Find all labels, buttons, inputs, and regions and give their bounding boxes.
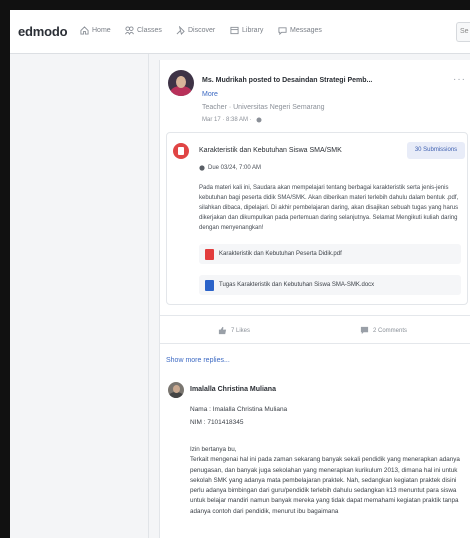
word-file-icon [205,279,214,291]
attachment-doc-name: Tugas Karakteristik dan Kebutuhan Siswa … [219,282,375,288]
post-time-text: Mar 17 · 8:38 AM · [202,117,252,123]
submissions-button[interactable]: 30 Submissions [407,142,465,159]
pdf-file-icon [205,248,214,260]
post-card: Ms. Mudrikah posted to Desaindan Strateg… [159,60,470,538]
reply-nim-line: NIM : 7101418345 [190,419,244,426]
post-author-line[interactable]: Ms. Mudrikah posted to Desaindan Strateg… [202,77,372,84]
discover-icon [176,26,185,35]
comments-count: 2 Comments [373,327,408,334]
classes-icon [125,26,134,35]
divider [160,315,470,316]
like-button[interactable]: 7 Likes [218,326,250,335]
assignment-icon [173,143,189,159]
comments-button[interactable]: 2 Comments [360,326,407,335]
nav-library[interactable]: Library [230,26,263,35]
post-timestamp: Mar 17 · 8:38 AM · [202,117,262,123]
reply-author-name[interactable]: Imalalla Christina Muliana [190,386,276,393]
thumbs-up-icon [218,326,227,335]
reply-nama-line: Nama : Imalalla Christina Muliana [190,406,288,413]
reply-greeting: Izin bertanya bu, [190,446,237,453]
attachment-doc[interactable]: Tugas Karakteristik dan Kebutuhan Siswa … [199,275,461,295]
top-navigation-bar: edmodo Home Classes Discover Library Mes… [10,10,470,54]
due-text: Due 03/24, 7:00 AM [208,165,262,171]
globe-icon [256,117,262,123]
nav-messages[interactable]: Messages [278,26,322,35]
assignment-card[interactable]: Karakteristik dan Kebutuhan Siswa SMA/SM… [166,132,468,305]
nav-discover-label: Discover [188,27,216,34]
more-link[interactable]: More [202,91,218,98]
clock-icon [199,165,205,171]
reply-author-avatar[interactable] [168,382,184,398]
assignment-due: Due 03/24, 7:00 AM [199,165,261,171]
post-menu-icon[interactable]: ··· [453,74,466,85]
nav-discover[interactable]: Discover [176,26,215,35]
nav-home[interactable]: Home [80,26,111,35]
likes-count: 7 Likes [231,327,251,334]
nav-home-label: Home [92,27,111,34]
attachment-pdf-name: Karakteristik dan Kebutuhan Peserta Didi… [219,251,342,257]
assignment-description: Pada materi kali ini, Saudara akan mempe… [199,185,459,231]
left-column-divider [148,54,149,538]
messages-icon [278,27,287,35]
divider [160,343,470,344]
reply-body: Izin bertanya bu, Terkait mengenai hal i… [190,445,468,517]
edmodo-window: edmodo Home Classes Discover Library Mes… [10,10,470,538]
reply-text: Terkait mengenai hal ini pada zaman seka… [190,456,460,515]
show-more-replies-link[interactable]: Show more replies... [166,357,230,364]
home-icon [80,26,89,35]
assignment-title[interactable]: Karakteristik dan Kebutuhan Siswa SMA/SM… [199,147,342,154]
edmodo-logo[interactable]: edmodo [18,24,68,39]
library-icon [230,26,239,35]
nav-classes-label: Classes [137,27,162,34]
comment-icon [360,326,369,335]
nav-library-label: Library [242,27,264,34]
author-role: Teacher · Universitas Negeri Semarang [202,104,325,111]
nav-messages-label: Messages [290,27,322,34]
author-avatar[interactable] [168,70,194,96]
nav-classes[interactable]: Classes [125,26,162,35]
search-input[interactable]: Se [456,22,470,42]
attachment-pdf[interactable]: Karakteristik dan Kebutuhan Peserta Didi… [199,244,461,264]
